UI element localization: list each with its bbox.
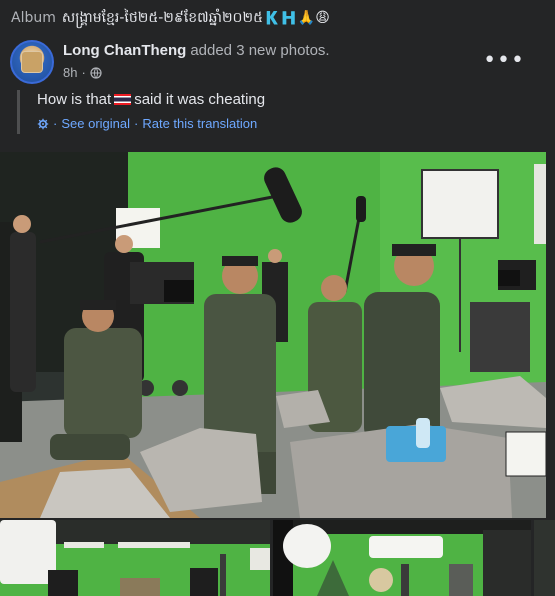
photo-film-set: [0, 152, 546, 518]
see-original-link[interactable]: See original: [61, 116, 130, 131]
post-time[interactable]: 8h: [63, 65, 77, 80]
album-title-bar: Album សង្គ្រាមខ្មែរ-ថៃ២៥-២៩ខែ៧ឆ្នាំ២០២៥🇰…: [0, 0, 555, 36]
album-title[interactable]: សង្គ្រាមខ្មែរ-ថៃ២៥-២៩ខែ៧ឆ្នាំ២០២៥🇰🇭🙏😩: [62, 8, 330, 29]
translated-text: How is that said it was cheating: [37, 91, 266, 108]
avatar[interactable]: [10, 40, 54, 84]
author-name[interactable]: Long ChanTheng: [63, 42, 186, 59]
thumbnail-photo-1[interactable]: [0, 520, 270, 596]
gear-icon[interactable]: [37, 118, 49, 130]
photo-thumbnails: [0, 520, 555, 596]
rate-translation-link[interactable]: Rate this translation: [142, 116, 257, 131]
photo-green-screen-studio-2: [273, 520, 531, 596]
author-line: Long ChanTheng added 3 new photos.: [63, 42, 330, 59]
thumbnail-photo-2[interactable]: [273, 520, 531, 596]
post-meta: 8h ·: [63, 65, 102, 80]
post-header: Long ChanTheng added 3 new photos. 8h · •…: [0, 36, 555, 86]
more-options-button[interactable]: •••: [483, 48, 525, 73]
main-photo[interactable]: [0, 152, 546, 518]
thumbnail-photo-3-edge: [534, 520, 555, 596]
album-label: Album: [11, 10, 56, 26]
post-action: added 3 new photos.: [190, 42, 330, 59]
translation-links: · See original · Rate this translation: [37, 116, 537, 131]
translation-block: How is that said it was cheating · See or…: [17, 90, 537, 134]
globe-icon: [90, 66, 102, 79]
photo-green-screen-studio: [0, 520, 270, 596]
thailand-flag-icon: [114, 94, 132, 105]
